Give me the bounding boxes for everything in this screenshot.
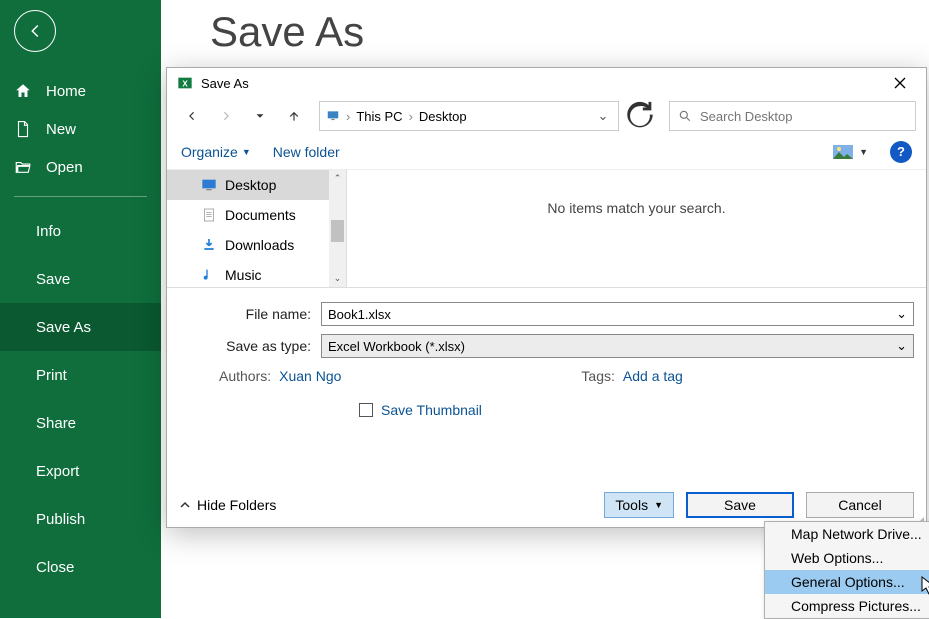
nav-close[interactable]: Close [0,543,161,591]
music-icon [201,267,217,283]
chevron-down-icon [253,109,267,123]
search-input[interactable] [700,109,907,124]
save-thumbnail-option[interactable]: Save Thumbnail [359,402,914,418]
nav-forward [211,101,241,131]
save-as-dialog: X Save As › This PC › Desktop ⌄ Organize… [166,67,927,528]
filename-input[interactable]: Book1.xlsx⌄ [321,302,914,326]
address-dropdown[interactable]: ⌄ [594,108,612,124]
dialog-titlebar: X Save As [167,68,926,98]
form: File name: Book1.xlsx⌄ Save as type: Exc… [167,288,926,418]
excel-icon: X [177,75,193,91]
file-list: No items match your search. [347,170,926,287]
nav-print[interactable]: Print [0,351,161,399]
arrow-right-icon [219,109,233,123]
tree-documents[interactable]: Documents [167,200,346,230]
file-icon [14,120,32,138]
caret-down-icon: ▼ [654,500,663,510]
menu-general-options[interactable]: General Options... [765,570,929,594]
savetype-select[interactable]: Excel Workbook (*.xlsx)⌄ [321,334,914,358]
tree-scrollbar[interactable]: ⌃ ⌄ [329,170,346,287]
authors-label: Authors: [219,368,271,384]
backstage-sidebar: Home New Open Info Save Save As Print Sh… [0,0,161,618]
nav-share[interactable]: Share [0,399,161,447]
folder-tree: Desktop Documents Downloads Music ⌃ ⌄ [167,170,347,287]
folder-open-icon [14,158,32,176]
close-button[interactable] [880,69,920,97]
mouse-cursor [921,576,929,601]
monitor-icon [326,109,340,123]
nav-info[interactable]: Info [0,207,161,255]
arrow-left-icon [185,109,199,123]
home-icon [14,82,32,100]
svg-text:X: X [182,79,188,88]
savetype-label: Save as type: [179,338,321,354]
checkbox[interactable] [359,403,373,417]
nav-publish[interactable]: Publish [0,495,161,543]
nav-label: New [46,121,76,138]
page-title: Save As [210,8,364,56]
cancel-button[interactable]: Cancel [806,492,914,518]
picture-icon [833,145,853,159]
nav-label: Open [46,159,83,176]
nav-home[interactable]: Home [0,72,161,110]
new-folder-button[interactable]: New folder [273,144,340,160]
save-button[interactable]: Save [686,492,794,518]
nav-save-as[interactable]: Save As [0,303,161,351]
empty-message: No items match your search. [547,200,725,216]
authors-value[interactable]: Xuan Ngo [279,368,341,384]
menu-compress-pictures[interactable]: Compress Pictures... [765,594,929,618]
nav-open[interactable]: Open [0,148,161,186]
nav-export[interactable]: Export [0,447,161,495]
crumb-this-pc[interactable]: This PC [356,109,402,124]
dialog-title: Save As [201,76,880,91]
divider [14,196,147,197]
hide-folders-button[interactable]: Hide Folders [179,497,276,513]
nav-label: Home [46,83,86,100]
toolbar: Organize▼ New folder ▼ ? [167,134,926,170]
nav-up[interactable] [279,101,309,131]
tree-music[interactable]: Music [167,260,346,287]
refresh-icon [623,99,657,133]
search-box[interactable] [669,101,916,131]
download-icon [201,237,217,253]
address-bar[interactable]: › This PC › Desktop ⌄ [319,101,619,131]
chevron-down-icon[interactable]: ⌄ [896,338,907,354]
view-menu[interactable]: ▼ [833,145,868,159]
chevron-up-icon [179,499,191,511]
tools-menu-button[interactable]: Tools ▼ [604,492,674,518]
close-icon [894,77,906,89]
help-button[interactable]: ? [890,141,912,163]
nav-back[interactable] [177,101,207,131]
tags-value[interactable]: Add a tag [623,368,683,384]
menu-map-network-drive[interactable]: Map Network Drive... [765,522,929,546]
tools-dropdown-menu: Map Network Drive... Web Options... Gene… [764,521,929,619]
caret-down-icon: ▼ [859,147,868,157]
tree-downloads[interactable]: Downloads [167,230,346,260]
desktop-icon [201,177,217,193]
nav-row: › This PC › Desktop ⌄ [167,98,926,134]
caret-down-icon: ▼ [242,147,251,157]
menu-web-options[interactable]: Web Options... [765,546,929,570]
document-icon [201,207,217,223]
back-button[interactable] [14,10,56,52]
tags-label: Tags: [581,368,614,384]
nav-recent[interactable] [245,101,275,131]
filename-label: File name: [179,306,321,322]
refresh-button[interactable] [623,101,657,131]
chevron-right-icon: › [409,109,413,124]
nav-save[interactable]: Save [0,255,161,303]
scroll-up-icon[interactable]: ⌃ [329,170,346,187]
tree-desktop[interactable]: Desktop [167,170,346,200]
search-icon [678,109,692,123]
scroll-thumb[interactable] [331,220,344,242]
scroll-down-icon[interactable]: ⌄ [329,270,346,287]
crumb-desktop[interactable]: Desktop [419,109,467,124]
chevron-right-icon: › [346,109,350,124]
organize-menu[interactable]: Organize▼ [181,144,251,160]
nav-new[interactable]: New [0,110,161,148]
arrow-up-icon [287,109,301,123]
chevron-down-icon[interactable]: ⌄ [896,306,907,322]
